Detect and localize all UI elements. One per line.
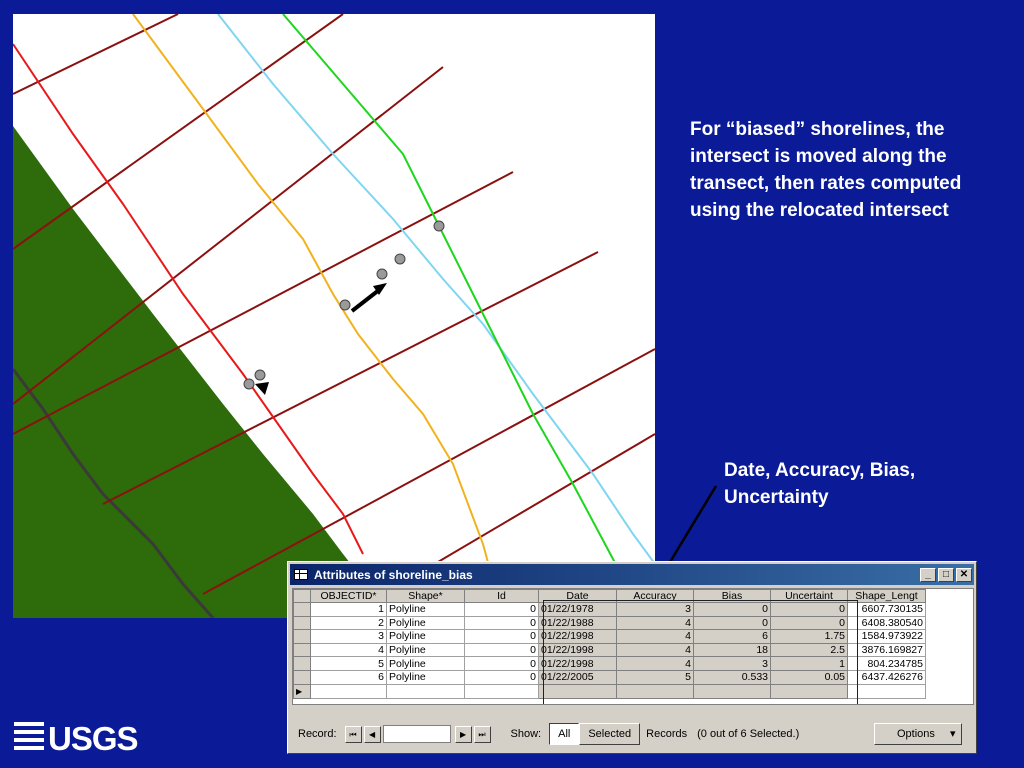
- callout-biased-shorelines: For “biased” shorelines, the intersect i…: [690, 119, 962, 221]
- show-selected-button[interactable]: Selected: [579, 723, 641, 745]
- column-header[interactable]: Id: [464, 589, 539, 603]
- table-cell[interactable]: [310, 683, 387, 699]
- attribute-table-window[interactable]: Attributes of shoreline_bias _ □ ✕ OBJEC…: [287, 561, 977, 754]
- table-cell[interactable]: 0: [464, 615, 539, 631]
- table-cell[interactable]: 804.234785: [847, 656, 926, 671]
- map-view[interactable]: [13, 14, 655, 618]
- table-cell[interactable]: 3: [310, 629, 387, 644]
- usgs-wave-mark: [14, 722, 44, 750]
- callout-fields: Date, Accuracy, Bias, Uncertainty: [724, 460, 916, 508]
- row-selector[interactable]: [293, 602, 311, 617]
- table-cell[interactable]: Polyline: [386, 629, 465, 644]
- first-record-button[interactable]: ⏮: [344, 725, 362, 743]
- intersect-marker[interactable]: [243, 378, 255, 390]
- table-cell[interactable]: 0: [464, 602, 539, 617]
- table-cell[interactable]: 6437.426276: [847, 669, 926, 685]
- table-cell[interactable]: Polyline: [386, 656, 465, 671]
- row-selector[interactable]: [293, 656, 311, 671]
- table-cell[interactable]: [386, 683, 465, 699]
- options-label: Options: [897, 728, 935, 740]
- table-icon: [294, 569, 308, 580]
- window-titlebar[interactable]: Attributes of shoreline_bias _ □ ✕: [290, 564, 974, 585]
- minimize-button[interactable]: _: [920, 567, 936, 582]
- show-all-button[interactable]: All: [549, 723, 580, 745]
- next-record-button[interactable]: ▶: [454, 725, 472, 743]
- pointer-line: [662, 485, 718, 573]
- attribute-grid[interactable]: OBJECTID* Shape* Id Date Accuracy Bias U…: [292, 588, 974, 705]
- options-button[interactable]: Options ▾: [874, 723, 962, 745]
- intersect-marker[interactable]: [394, 253, 406, 265]
- dropdown-arrow-icon: ▾: [949, 728, 956, 740]
- usgs-wordmark: USGS: [48, 720, 138, 754]
- table-cell[interactable]: Polyline: [386, 669, 465, 685]
- new-row-marker[interactable]: ▶: [293, 683, 311, 699]
- table-cell[interactable]: 0: [464, 642, 539, 658]
- record-input[interactable]: [382, 725, 451, 743]
- table-cell[interactable]: 5: [310, 656, 387, 671]
- table-cell[interactable]: 4: [310, 642, 387, 658]
- usgs-logo: USGS: [14, 720, 139, 754]
- row-selector-header[interactable]: [293, 589, 311, 603]
- show-label: Show:: [510, 728, 542, 740]
- table-cell[interactable]: 0: [464, 629, 539, 644]
- column-header[interactable]: Shape_Lengt: [847, 589, 926, 603]
- table-cell[interactable]: 2: [310, 615, 387, 631]
- previous-record-button[interactable]: ◀: [363, 725, 381, 743]
- selection-status: (0 out of 6 Selected.): [697, 728, 800, 740]
- intersect-marker[interactable]: [254, 369, 266, 381]
- intersect-marker[interactable]: [376, 268, 388, 280]
- column-header[interactable]: Shape*: [386, 589, 465, 603]
- table-cell[interactable]: 6607.730135: [847, 602, 926, 617]
- last-record-button[interactable]: ⏭: [473, 725, 491, 743]
- records-label: Records: [646, 728, 688, 740]
- row-selector[interactable]: [293, 629, 311, 644]
- column-header[interactable]: OBJECTID*: [310, 589, 387, 603]
- intersect-marker[interactable]: [433, 220, 445, 232]
- table-cell[interactable]: [464, 683, 539, 699]
- table-cell[interactable]: 0: [464, 669, 539, 685]
- maximize-button[interactable]: □: [938, 567, 954, 582]
- table-cell[interactable]: 1: [310, 602, 387, 617]
- table-cell[interactable]: 0: [464, 656, 539, 671]
- close-button[interactable]: ✕: [956, 567, 972, 582]
- new-row-arrow-icon: ▶: [296, 687, 303, 697]
- table-cell[interactable]: 6: [310, 669, 387, 685]
- row-selector[interactable]: [293, 615, 311, 631]
- window-title: Attributes of shoreline_bias: [314, 567, 473, 582]
- row-selector[interactable]: [293, 642, 311, 658]
- table-cell[interactable]: 1584.973922: [847, 629, 926, 644]
- status-bar: Record: ⏮ ◀ ▶ ⏭ Show: All Selected Recor…: [292, 719, 974, 749]
- table-cell[interactable]: Polyline: [386, 642, 465, 658]
- record-label: Record:: [298, 728, 337, 740]
- row-selector[interactable]: [293, 669, 311, 685]
- intersect-marker[interactable]: [339, 299, 351, 311]
- table-cell[interactable]: Polyline: [386, 615, 465, 631]
- highlighted-columns-box: [543, 600, 858, 704]
- table-cell[interactable]: [847, 683, 926, 699]
- table-cell[interactable]: 6408.380540: [847, 615, 926, 631]
- table-cell[interactable]: 3876.169827: [847, 642, 926, 658]
- table-cell[interactable]: Polyline: [386, 602, 465, 617]
